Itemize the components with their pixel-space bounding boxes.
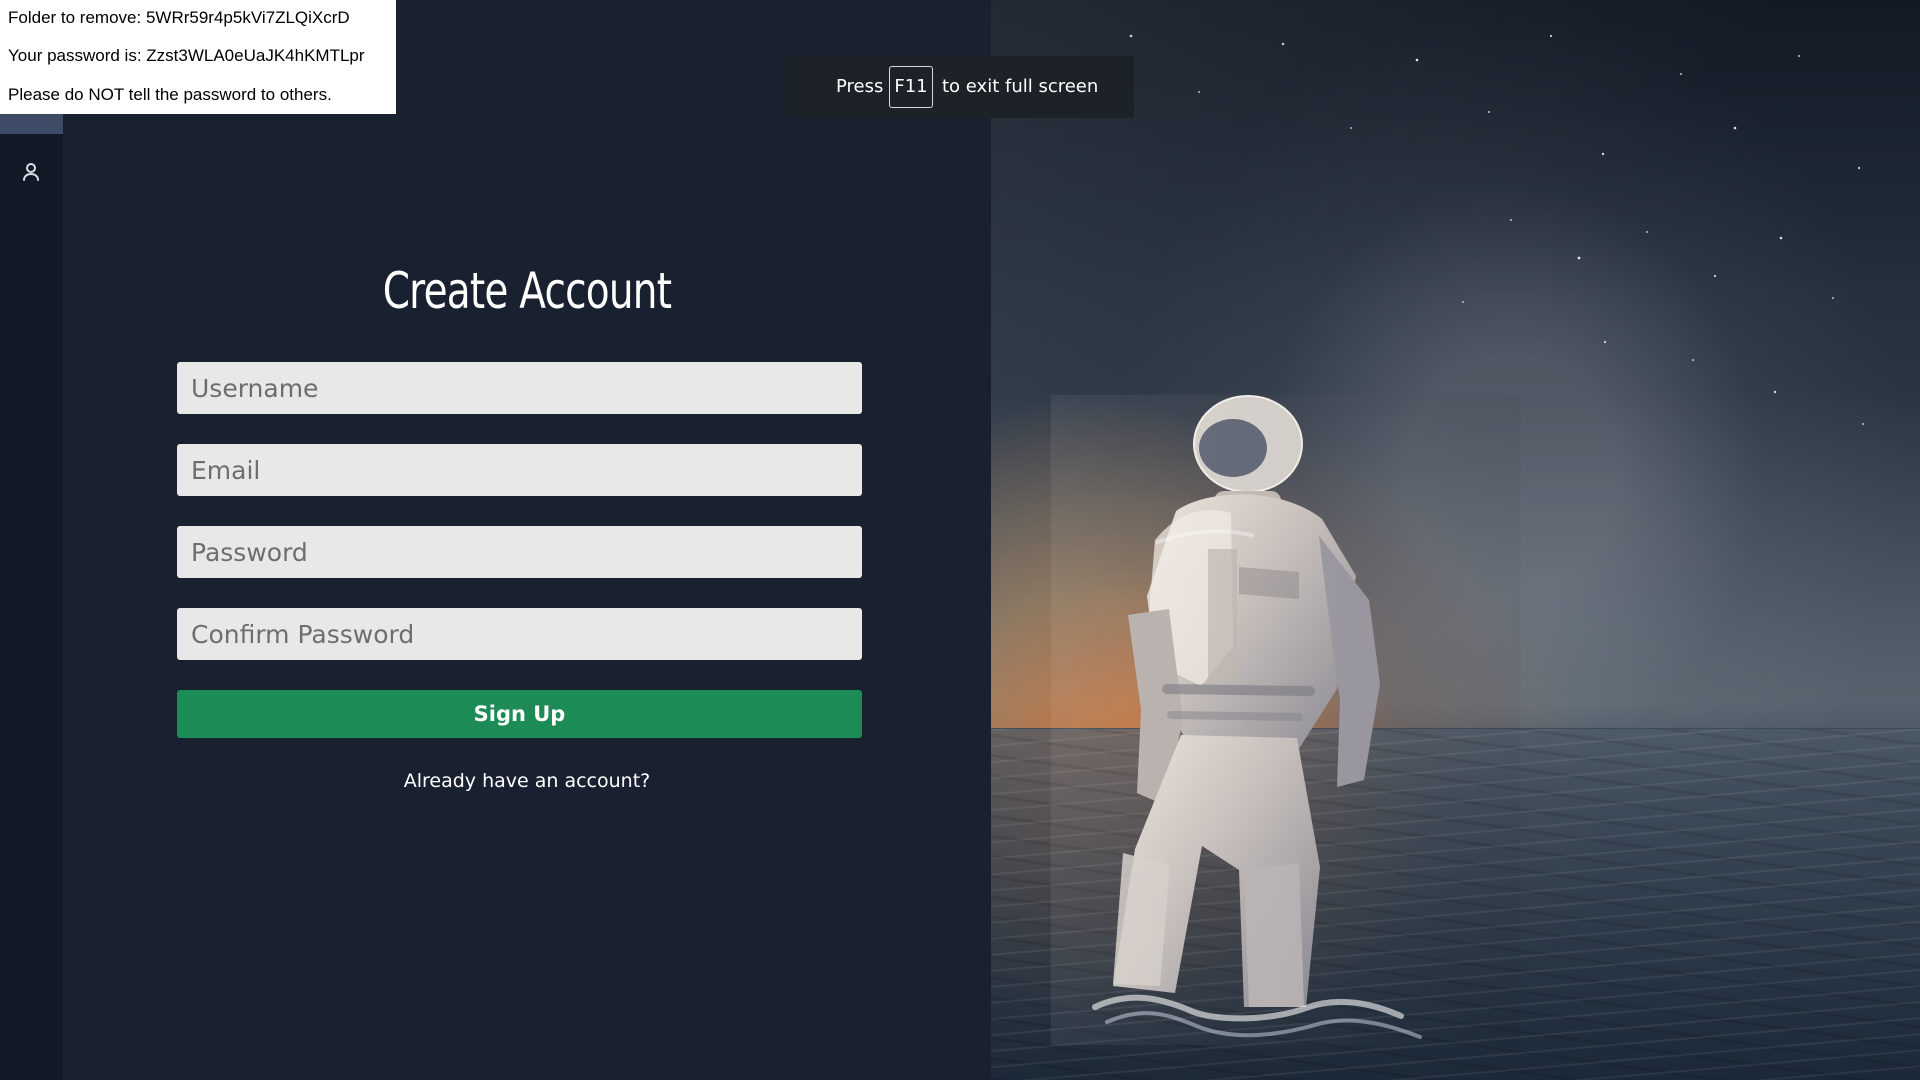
password-text: Your password is: Zzst3WLA0eUaJK4hKMTLpr [8, 46, 365, 65]
sign-up-button[interactable]: Sign Up [177, 690, 862, 738]
user-icon[interactable] [19, 160, 43, 184]
toast-press-label: Press [836, 76, 884, 97]
password-input[interactable] [177, 526, 862, 578]
username-input[interactable] [177, 362, 862, 414]
toast-exit-label: to exit full screen [942, 76, 1099, 97]
app-page: Create Account Sign Up Already have an a… [0, 0, 1920, 1080]
left-sidebar [0, 0, 63, 1080]
folder-to-remove-text: Folder to remove: 5WRr59r4p5kVi7ZLQiXcrD [8, 8, 350, 27]
fullscreen-toast: Press F11 to exit full screen [786, 56, 1134, 118]
email-input[interactable] [177, 444, 862, 496]
confirm-password-input[interactable] [177, 608, 862, 660]
f11-key: F11 [889, 66, 933, 108]
astronaut-figure [1051, 395, 1521, 1045]
credential-notice: Folder to remove: 5WRr59r4p5kVi7ZLQiXcrD… [0, 0, 396, 114]
already-have-account-link[interactable]: Already have an account? [63, 770, 991, 792]
astronaut-hero-image [991, 0, 1920, 1080]
password-warning-text: Please do NOT tell the password to other… [8, 85, 332, 104]
page-title: Create Account [382, 262, 672, 320]
